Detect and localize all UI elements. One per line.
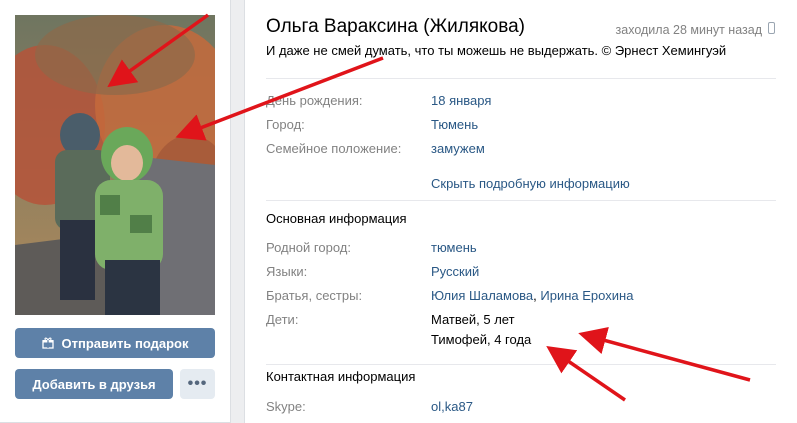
info-row-city: Город: Тюмень xyxy=(266,115,478,133)
sibling-link[interactable]: Юлия Шаламова xyxy=(431,288,533,303)
divider xyxy=(266,78,776,79)
skype-label: Skype: xyxy=(266,398,306,414)
child-entry: Тимофей, 4 года xyxy=(431,331,532,347)
profile-info-panel: Ольга Вараксина (Жилякова) заходила 28 м… xyxy=(244,0,797,423)
more-icon: ••• xyxy=(187,375,208,392)
child-entry: Матвей, 5 лет xyxy=(431,311,515,327)
info-row-relationship: Семейное положение: замужем xyxy=(266,139,485,157)
hide-details-link[interactable]: Скрыть подробную информацию xyxy=(431,176,630,191)
profile-photo-image xyxy=(15,15,215,315)
status-quote[interactable]: И даже не смей думать, что ты можешь не … xyxy=(266,43,726,58)
add-friend-label: Добавить в друзья xyxy=(32,376,156,392)
info-row-hometown: Родной город: тюмень xyxy=(266,238,477,256)
sibling-link[interactable]: Ирина Ерохина xyxy=(540,288,633,303)
add-friend-button[interactable]: Добавить в друзья xyxy=(15,369,173,399)
siblings-label: Братья, сестры: xyxy=(266,287,363,303)
relationship-value[interactable]: замужем xyxy=(431,141,485,156)
send-gift-label: Отправить подарок xyxy=(61,335,189,351)
info-row-children-2: Тимофей, 4 года xyxy=(431,330,531,348)
languages-value[interactable]: Русский xyxy=(431,264,479,279)
profile-photo[interactable] xyxy=(15,15,215,315)
children-label: Дети: xyxy=(266,311,299,327)
info-row-children: Дети: Матвей, 5 лет xyxy=(266,310,515,328)
info-row-skype: Skype: ol,ka87 xyxy=(266,397,473,415)
send-gift-button[interactable]: Отправить подарок xyxy=(15,328,215,358)
section-title-main-info: Основная информация xyxy=(266,211,407,226)
birthday-label: День рождения: xyxy=(266,92,363,108)
hometown-label: Родной город: xyxy=(266,239,351,255)
last-seen-text: заходила 28 минут назад xyxy=(615,23,762,37)
info-row-languages: Языки: Русский xyxy=(266,262,479,280)
hometown-value[interactable]: тюмень xyxy=(431,240,477,255)
profile-left-column: Отправить подарок Добавить в друзья ••• xyxy=(0,0,231,423)
info-row-birthday: День рождения: 18 января xyxy=(266,91,491,109)
info-row-siblings: Братья, сестры: Юлия Шаламова, Ирина Еро… xyxy=(266,286,633,304)
section-title-contact-info: Контактная информация xyxy=(266,369,416,384)
divider xyxy=(266,200,776,201)
relationship-label: Семейное положение: xyxy=(266,140,402,156)
divider xyxy=(266,364,776,365)
gift-icon xyxy=(41,337,54,349)
languages-label: Языки: xyxy=(266,263,308,279)
city-value[interactable]: Тюмень xyxy=(431,117,478,132)
phone-icon xyxy=(768,22,775,34)
skype-value[interactable]: ol,ka87 xyxy=(431,399,473,414)
birthday-value[interactable]: 18 января xyxy=(431,93,491,108)
city-label: Город: xyxy=(266,116,305,132)
profile-name: Ольга Вараксина (Жилякова) xyxy=(266,16,525,37)
more-actions-button[interactable]: ••• xyxy=(180,369,215,399)
